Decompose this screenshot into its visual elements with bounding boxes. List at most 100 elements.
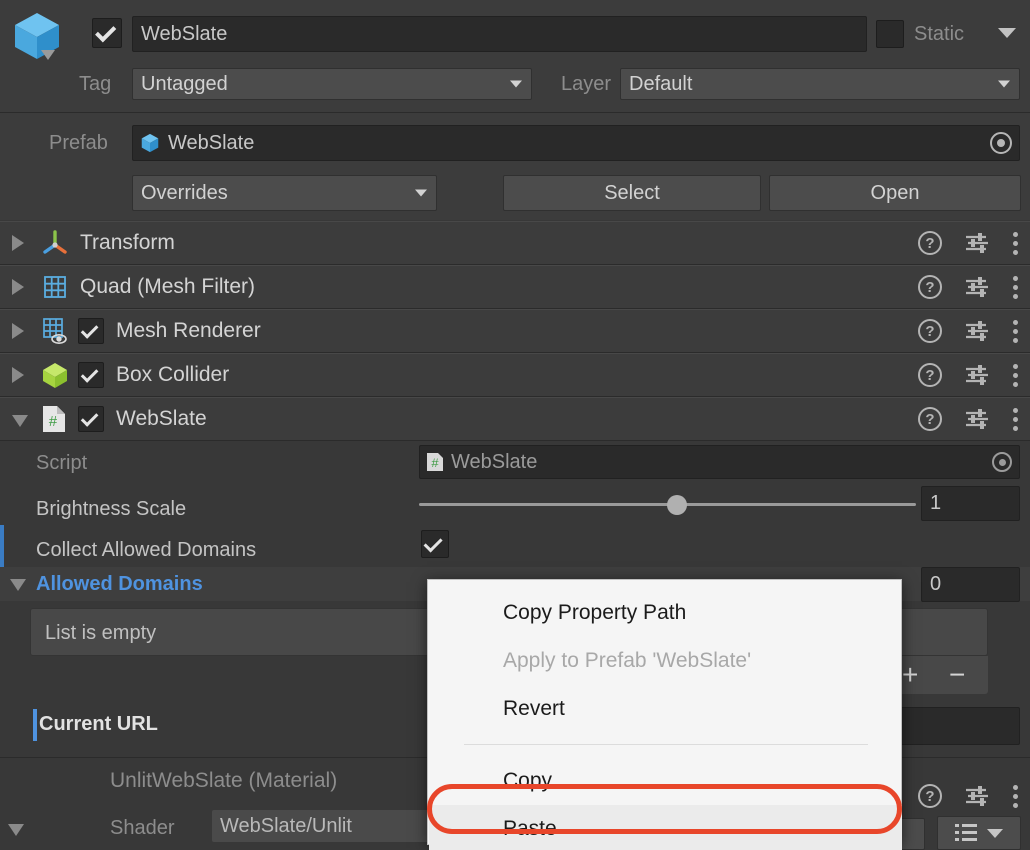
context-menu-item-label: Copy [429,769,552,793]
row-top-divider [0,353,1030,354]
box-collider-icon [40,360,70,390]
kebab-menu-icon[interactable] [1012,276,1018,299]
gameobject-active-checkbox[interactable] [92,18,122,48]
context-menu-item-label: Apply to Prefab 'WebSlate' [429,649,751,673]
prefab-select-button[interactable]: Select [503,175,761,211]
preset-sliders-icon[interactable] [964,785,990,807]
component-row-transform[interactable]: Transform? [0,221,1030,265]
component-enable-checkbox[interactable] [78,362,104,388]
shader-label: Shader [110,818,175,838]
allowed-domains-size-input[interactable]: 0 [921,567,1020,602]
help-question-icon[interactable]: ? [918,319,942,343]
chevron-down-icon [415,190,427,197]
current-url-label: Current URL [39,714,158,734]
material-list-view-button[interactable] [937,816,1021,850]
layer-dropdown[interactable]: Default [620,68,1020,100]
target-picker-icon[interactable] [992,452,1012,472]
foldout-triangle-right-icon[interactable] [12,367,24,383]
context-menu-item-copy[interactable]: Copy [429,757,902,805]
brightness-scale-label: Brightness Scale [36,498,186,521]
collect-allowed-domains-checkbox[interactable] [421,530,449,558]
context-menu-item-label: Copy Property Path [429,601,686,625]
kebab-menu-icon[interactable] [1012,320,1018,343]
foldout-triangle-right-icon[interactable] [12,323,24,339]
add-item-button[interactable]: + [902,659,918,691]
kebab-menu-icon[interactable] [1012,785,1018,808]
list-view-icon [955,824,977,842]
preset-sliders-icon[interactable] [964,276,990,298]
property-context-menu[interactable]: Copy Property Path Apply to Prefab 'WebSl… [427,579,902,845]
kebab-menu-icon[interactable] [1012,232,1018,255]
context-menu-item-copy-property-path[interactable]: Copy Property Path [429,589,902,637]
brightness-scale-slider[interactable] [419,487,916,521]
unity-inspector-window: WebSlate Static Tag Untagged Layer Defau… [0,0,1030,850]
script-object-field[interactable]: # WebSlate [419,445,1020,479]
row-top-divider [0,397,1030,398]
context-menu-item-label: Revert [429,697,565,721]
help-question-icon[interactable]: ? [918,275,942,299]
chevron-down-icon[interactable] [998,28,1016,38]
context-menu-item-revert[interactable]: Revert [429,685,902,733]
gameobject-header: WebSlate Static Tag Untagged Layer Defau… [0,0,1030,112]
preset-sliders-icon[interactable] [964,364,990,386]
script-label: Script [36,452,87,475]
prefab-section: Prefab WebSlate Overrides Select Open [0,113,1030,220]
prefab-label: Prefab [49,133,108,153]
tag-dropdown[interactable]: Untagged [132,68,532,100]
prefab-cube-icon [139,132,161,154]
allowed-domains-size-value: 0 [930,573,941,596]
brightness-scale-input[interactable]: 1 [921,486,1020,521]
shader-value: WebSlate/Unlit [220,816,352,836]
material-name: UnlitWebSlate (Material) [110,770,337,791]
component-row-mesh-renderer[interactable]: Mesh Renderer? [0,309,1030,353]
mesh-filter-grid-icon [40,272,70,302]
remove-item-button[interactable]: − [949,659,965,691]
component-row-quad-mesh-filter[interactable]: Quad (Mesh Filter)? [0,265,1030,309]
component-tools: ? [918,407,1018,431]
foldout-triangle-down-icon[interactable] [12,415,28,427]
component-row-webslate[interactable]: # WebSlate? [0,397,1030,441]
target-picker-icon[interactable] [990,132,1012,154]
static-checkbox[interactable] [876,20,904,48]
select-label: Select [604,182,660,205]
preset-sliders-icon[interactable] [964,232,990,254]
help-question-icon[interactable]: ? [918,231,942,255]
collect-allowed-domains-label: Collect Allowed Domains [36,539,256,562]
transform-axes-icon [40,228,70,258]
tag-value: Untagged [141,73,228,96]
kebab-menu-icon[interactable] [1012,408,1018,431]
context-menu-separator [464,744,868,745]
prefab-asset-name: WebSlate [168,132,254,155]
row-top-divider [0,221,1030,222]
preset-sliders-icon[interactable] [964,408,990,430]
help-question-icon[interactable]: ? [918,363,942,387]
prefab-overrides-dropdown[interactable]: Overrides [132,175,437,211]
component-enable-checkbox[interactable] [78,318,104,344]
tag-label: Tag [79,74,111,94]
component-row-box-collider[interactable]: Box Collider? [0,353,1030,397]
foldout-triangle-down-icon[interactable] [10,579,26,591]
component-enable-checkbox[interactable] [78,406,104,432]
component-name: WebSlate [116,407,207,431]
help-question-icon[interactable]: ? [918,407,942,431]
slider-handle[interactable] [667,495,687,515]
text-cursor-marker [33,709,37,741]
kebab-menu-icon[interactable] [1012,364,1018,387]
prefab-open-button[interactable]: Open [769,175,1021,211]
chevron-down-icon [987,829,1003,838]
preset-sliders-icon[interactable] [964,320,990,342]
shader-dropdown[interactable]: WebSlate/Unlit [212,810,448,842]
component-tools: ? [918,231,1018,255]
context-menu-item-paste[interactable]: Paste [429,805,902,850]
prefab-asset-field[interactable]: WebSlate [132,125,1020,161]
open-label: Open [871,182,920,205]
svg-text:#: # [48,414,57,431]
help-question-icon[interactable]: ? [918,784,942,808]
foldout-triangle-right-icon[interactable] [12,279,24,295]
foldout-triangle-right-icon[interactable] [12,235,24,251]
material-foldout-triangle-icon[interactable] [8,824,24,836]
gameobject-name-input[interactable]: WebSlate [132,16,867,52]
context-menu-item-label: Paste [429,817,557,841]
script-value: WebSlate [451,451,537,474]
context-menu-item-apply-to-prefab-webslate: Apply to Prefab 'WebSlate' [429,637,902,685]
